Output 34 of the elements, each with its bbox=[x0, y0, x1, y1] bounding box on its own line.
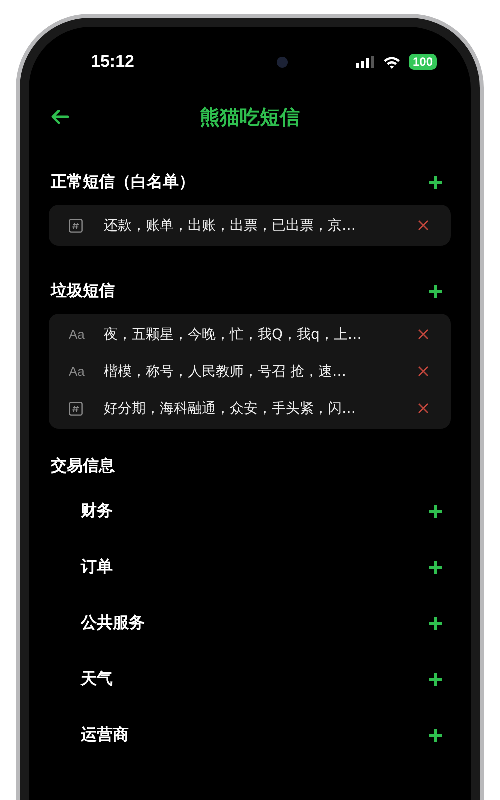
back-arrow-icon[interactable] bbox=[51, 110, 69, 124]
text-match-label: Aa bbox=[69, 327, 85, 342]
delete-icon[interactable] bbox=[418, 220, 429, 231]
category-label[interactable]: 天气 bbox=[81, 668, 113, 690]
section-title: 正常短信（白名单） bbox=[51, 172, 195, 192]
section-title: 交易信息 bbox=[51, 456, 115, 476]
add-icon[interactable] bbox=[428, 616, 443, 630]
page-title: 熊猫吃短信 bbox=[200, 104, 300, 130]
category-label[interactable]: 订单 bbox=[81, 556, 113, 578]
add-icon[interactable] bbox=[428, 504, 443, 518]
rule-text[interactable]: 好分期，海科融通，众安，手头紧，闪… bbox=[104, 400, 356, 418]
signal-icon bbox=[356, 56, 375, 68]
category-label[interactable]: 公共服务 bbox=[81, 612, 145, 634]
camera-icon bbox=[277, 56, 288, 68]
hash-box-icon bbox=[69, 402, 83, 416]
rule-text[interactable]: 还款，账单，出账，出票，已出票，京… bbox=[104, 216, 356, 234]
category-label[interactable]: 财务 bbox=[81, 500, 113, 522]
add-icon[interactable] bbox=[428, 672, 443, 686]
battery-level: 100 bbox=[408, 54, 437, 70]
rule-text[interactable]: 夜，五颗星，今晚，忙，我Q，我q，上… bbox=[104, 326, 362, 344]
add-icon[interactable] bbox=[428, 728, 443, 742]
rule-text[interactable]: 楷模，称号，人民教师，号召 抢，速… bbox=[104, 362, 346, 380]
delete-icon[interactable] bbox=[418, 366, 429, 377]
wifi-icon bbox=[382, 56, 401, 68]
add-icon[interactable] bbox=[428, 174, 443, 190]
add-icon[interactable] bbox=[428, 284, 443, 298]
delete-icon[interactable] bbox=[418, 329, 429, 340]
hash-box-icon bbox=[69, 218, 83, 232]
add-icon[interactable] bbox=[428, 560, 443, 574]
status-time: 15:12 bbox=[91, 52, 134, 72]
text-match-label: Aa bbox=[69, 364, 85, 379]
section-title: 垃圾短信 bbox=[51, 280, 115, 302]
category-label[interactable]: 运营商 bbox=[81, 724, 129, 746]
delete-icon[interactable] bbox=[418, 403, 429, 414]
